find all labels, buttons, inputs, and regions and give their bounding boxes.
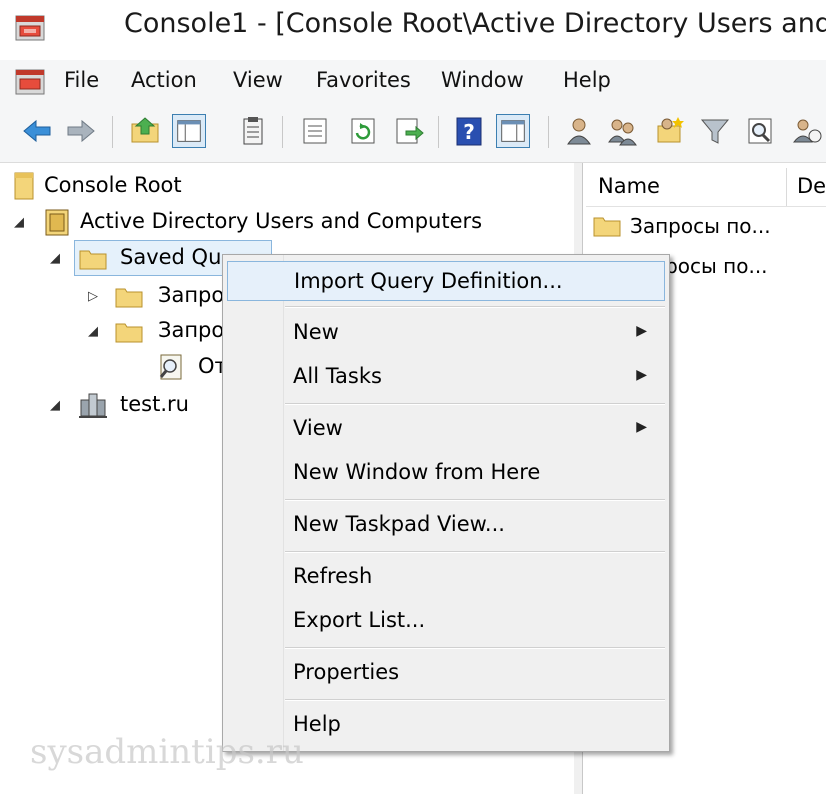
submenu-arrow-icon: ▶ [636, 419, 647, 435]
menu-help[interactable]: Help [563, 68, 611, 92]
system-menu-icon[interactable] [14, 68, 46, 96]
tree-label-saved-queries: Saved Qu [120, 245, 222, 269]
menu-item-label: View [293, 416, 343, 440]
menu-refresh[interactable]: Refresh [227, 557, 665, 597]
collapse-arrow-icon[interactable]: ◢ [88, 324, 98, 339]
menu-item-label: Properties [293, 660, 400, 684]
menu-item-label: All Tasks [293, 364, 382, 388]
export-icon[interactable] [392, 114, 426, 148]
window-title: Console1 - [Console Root\Active Director… [124, 8, 826, 39]
folder-icon [115, 288, 143, 308]
domain-icon [79, 393, 107, 418]
tree-item-domain[interactable]: ◢ test.ru [50, 388, 250, 422]
column-header-name[interactable]: Name [586, 168, 786, 206]
tree-label-query-2: Запро [158, 318, 225, 342]
toolbar-separator [112, 116, 113, 148]
add-to-group-icon[interactable] [790, 114, 824, 148]
toolbar: ? [0, 104, 826, 163]
collapse-arrow-icon[interactable]: ◢ [50, 398, 60, 413]
list-item-label: Запросы по... [630, 214, 771, 238]
saved-query-icon [159, 354, 182, 380]
menu-separator [285, 306, 665, 308]
users-icon[interactable] [562, 114, 596, 148]
folder-icon [593, 217, 621, 237]
menu-item-label: Import Query Definition... [294, 269, 563, 293]
folder-icon [115, 323, 143, 343]
new-ou-icon[interactable] [652, 114, 686, 148]
context-menu: Import Query Definition... New ▶ All Tas… [222, 254, 670, 752]
menu-bar: File Action View Favorites Window Help [0, 60, 826, 104]
submenu-arrow-icon: ▶ [636, 323, 647, 339]
menu-new-taskpad-view[interactable]: New Taskpad View... [227, 505, 665, 545]
menu-file[interactable]: File [64, 68, 99, 92]
toolbar-separator [548, 116, 549, 148]
up-folder-icon[interactable] [128, 114, 162, 148]
filter-icon[interactable] [698, 114, 732, 148]
menu-item-label: Export List... [293, 608, 426, 632]
toolbar-separator [282, 116, 283, 148]
tree-label-domain: test.ru [120, 392, 189, 416]
tree-item-query-2[interactable]: ◢ Запро [88, 314, 228, 348]
menu-new[interactable]: New ▶ [227, 313, 665, 353]
menu-new-window-from-here[interactable]: New Window from Here [227, 453, 665, 493]
title-bar: Console1 - [Console Root\Active Director… [0, 0, 826, 60]
tree-label-aduc: Active Directory Users and Computers [80, 209, 483, 233]
expand-arrow-icon[interactable]: ▷ [88, 289, 98, 304]
tree-item-console-root[interactable]: Console Root [12, 169, 272, 203]
menu-action[interactable]: Action [131, 68, 197, 92]
tree-item-query-2-child[interactable]: От [156, 350, 227, 384]
tree-item-aduc[interactable]: ◢ Active Directory Users and Computers [14, 205, 494, 239]
menu-properties[interactable]: Properties [227, 653, 665, 693]
menu-item-label: Refresh [293, 564, 373, 588]
help-icon[interactable]: ? [452, 114, 486, 148]
properties-icon[interactable] [236, 114, 270, 148]
column-header-name-label: Name [598, 174, 660, 198]
column-header-underline [586, 206, 826, 207]
tree-label-query-1: Запро [158, 283, 225, 307]
tree-item-query-1[interactable]: ▷ Запро [88, 279, 228, 313]
show-action-pane-icon[interactable] [496, 114, 530, 148]
list-item[interactable]: Запросы по... [592, 211, 826, 243]
refresh-icon[interactable] [346, 114, 380, 148]
collapse-arrow-icon[interactable]: ◢ [50, 251, 60, 266]
console-root-icon [14, 172, 34, 200]
menu-separator [285, 647, 665, 649]
forward-arrow-icon[interactable] [64, 114, 98, 148]
menu-separator [285, 403, 665, 405]
menu-import-query-definition[interactable]: Import Query Definition... [227, 261, 665, 301]
menu-separator [285, 499, 665, 501]
menu-all-tasks[interactable]: All Tasks ▶ [227, 357, 665, 397]
watermark-text: sysadmintips.ru [30, 732, 304, 772]
menu-item-label: New [293, 320, 339, 344]
submenu-arrow-icon: ▶ [636, 367, 647, 383]
collapse-arrow-icon[interactable]: ◢ [14, 215, 24, 230]
menu-favorites[interactable]: Favorites [316, 68, 411, 92]
show-hide-tree-icon[interactable] [172, 114, 206, 148]
find-icon[interactable] [744, 114, 778, 148]
column-header-description[interactable]: De [787, 168, 826, 206]
aduc-snapin-icon [45, 209, 69, 236]
back-arrow-icon[interactable] [20, 114, 54, 148]
groups-icon[interactable] [606, 114, 640, 148]
menu-view[interactable]: View [233, 68, 283, 92]
menu-separator [285, 551, 665, 553]
tree-label-console-root: Console Root [44, 173, 182, 197]
folder-icon [79, 250, 107, 270]
menu-item-label: New Taskpad View... [293, 512, 505, 536]
mmc-app-icon[interactable] [14, 12, 46, 44]
menu-export-list[interactable]: Export List... [227, 601, 665, 641]
svg-text:?: ? [463, 120, 475, 144]
menu-separator [285, 699, 665, 701]
toolbar-separator [438, 116, 439, 148]
menu-window[interactable]: Window [441, 68, 524, 92]
export-list-icon[interactable] [298, 114, 332, 148]
menu-item-label: New Window from Here [293, 460, 541, 484]
menu-view[interactable]: View ▶ [227, 409, 665, 449]
column-header-description-label: De [797, 174, 826, 198]
